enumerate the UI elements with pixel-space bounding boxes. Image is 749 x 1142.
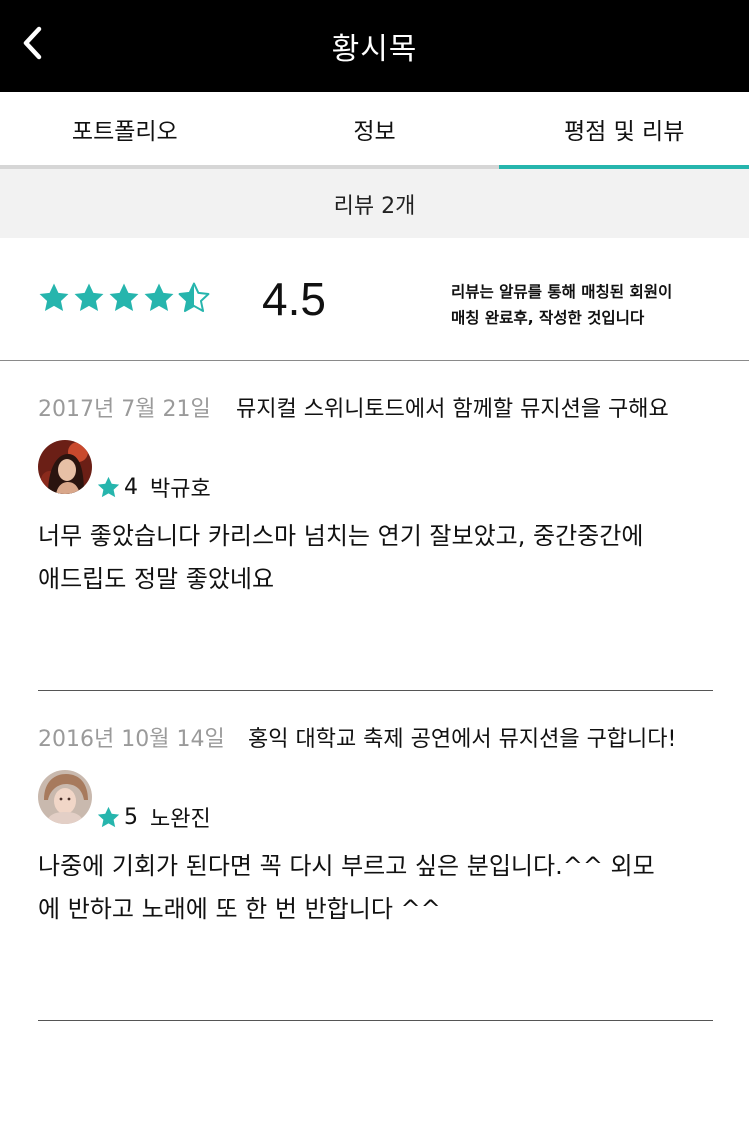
reviewer-avatar-image xyxy=(38,770,92,824)
reviewer-rating: 5 노완진 xyxy=(96,801,211,833)
review-notice-line1: 리뷰는 알뮤를 통해 매칭된 회원이 xyxy=(451,283,673,301)
average-stars xyxy=(37,281,211,315)
review-count-bar: 리뷰 2개 xyxy=(0,169,749,238)
tab-ratings-reviews[interactable]: 평점 및 리뷰 xyxy=(499,92,749,169)
review-notice-line2: 매칭 완료후, 작성한 것입니다 xyxy=(451,309,645,327)
page-title: 황시목 xyxy=(331,32,418,67)
review-item: 2016년 10월 14일 홍익 대학교 축제 공연에서 뮤지션을 구합니다! … xyxy=(0,691,749,1021)
divider xyxy=(38,1020,713,1021)
reviewer-rating: 4 박규호 xyxy=(96,471,211,503)
rating-summary: 4.5 리뷰는 알뮤를 통해 매칭된 회원이 매칭 완료후, 작성한 것입니다 xyxy=(0,238,749,361)
reviewer-avatar[interactable] xyxy=(38,770,92,824)
review-count-label: 리뷰 2개 xyxy=(333,193,416,219)
rating-score: 5 xyxy=(124,804,138,830)
average-rating-value: 4.5 xyxy=(262,273,326,325)
review-text-line1: 나중에 기회가 된다면 꼭 다시 부르고 싶은 분입니다.^^ 외모 xyxy=(38,852,655,880)
app-root: 황시목 포트폴리오 정보 평점 및 리뷰 리뷰 2개 4.5 리뷰는 알뮤를 통… xyxy=(0,0,749,1142)
top-bar: 황시목 xyxy=(0,0,749,92)
star-filled-icon xyxy=(97,476,120,497)
reviewer-avatar[interactable] xyxy=(38,440,92,494)
review-date: 2017년 7월 21일 xyxy=(38,397,211,422)
star-filled-icon xyxy=(144,283,174,312)
star-filled-icon xyxy=(97,806,120,827)
rating-score: 4 xyxy=(124,474,138,500)
tab-bar: 포트폴리오 정보 평점 및 리뷰 xyxy=(0,92,749,169)
review-gig-title[interactable]: 홍익 대학교 축제 공연에서 뮤지션을 구합니다! xyxy=(248,721,676,753)
review-gig-title[interactable]: 뮤지컬 스위니토드에서 함께할 뮤지션을 구해요 xyxy=(236,391,669,423)
review-notice: 리뷰는 알뮤를 통해 매칭된 회원이 매칭 완료후, 작성한 것입니다 xyxy=(451,279,741,331)
review-text: 너무 좋았습니다 카리스마 넘치는 연기 잘보았고, 중간중간에 애드립도 정말… xyxy=(38,515,718,601)
reviewer-name[interactable]: 박규호 xyxy=(150,471,211,503)
review-date: 2016년 10월 14일 xyxy=(38,727,225,752)
review-text-line2: 에 반하고 노래에 또 한 번 반합니다 ^^ xyxy=(38,895,441,923)
review-text-line1: 너무 좋았습니다 카리스마 넘치는 연기 잘보았고, 중간중간에 xyxy=(38,522,644,550)
star-filled-icon xyxy=(39,283,69,312)
review-item: 2017년 7월 21일 뮤지컬 스위니토드에서 함께할 뮤지션을 구해요 4 … xyxy=(0,361,749,691)
reviewer-avatar-image xyxy=(38,440,92,494)
star-filled-icon xyxy=(74,283,104,312)
review-text: 나중에 기회가 된다면 꼭 다시 부르고 싶은 분입니다.^^ 외모 에 반하고… xyxy=(38,845,718,931)
star-filled-icon xyxy=(109,283,139,312)
reviewer-name[interactable]: 노완진 xyxy=(150,801,211,833)
tab-info[interactable]: 정보 xyxy=(250,92,500,165)
star-half-icon xyxy=(178,282,210,313)
tab-portfolio[interactable]: 포트폴리오 xyxy=(0,92,250,165)
review-text-line2: 애드립도 정말 좋았네요 xyxy=(38,565,275,593)
